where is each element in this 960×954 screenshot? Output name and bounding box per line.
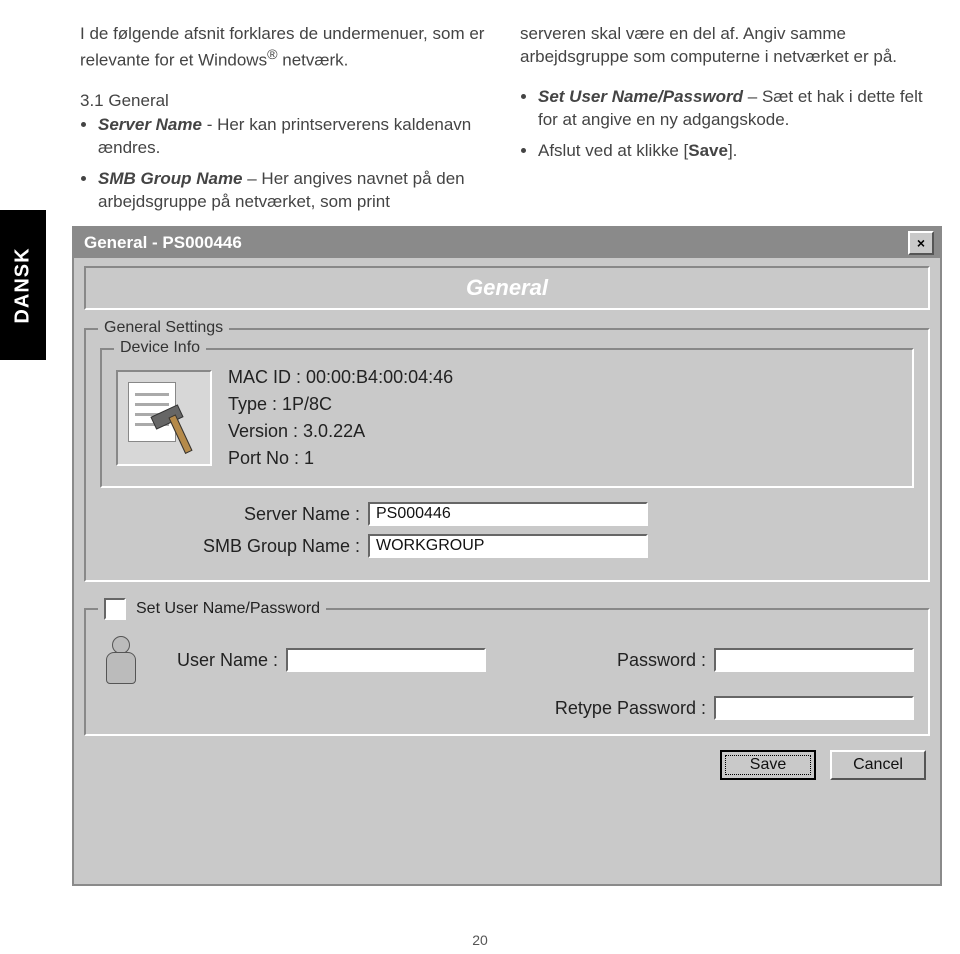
device-icon bbox=[116, 370, 212, 466]
language-tab: DANSK bbox=[0, 210, 46, 360]
right-column: serveren skal være en del af. Angiv samm… bbox=[520, 6, 930, 206]
left-column: I de følgende afsnit forklares de underm… bbox=[80, 6, 490, 206]
header-band-label: General bbox=[466, 275, 548, 301]
password-input[interactable] bbox=[714, 648, 914, 672]
dialog-title: General - PS000446 bbox=[84, 233, 242, 253]
device-info-text: MAC ID : 00:00:B4:00:04:46 Type : 1P/8C … bbox=[228, 364, 453, 472]
bullet-set-user: Set User Name/Password – Sæt et hak i de… bbox=[538, 86, 930, 132]
server-name-input[interactable]: PS000446 bbox=[368, 502, 648, 526]
retype-label: Retype Password : bbox=[555, 698, 706, 719]
set-user-label: Set User Name/Password bbox=[136, 600, 320, 618]
header-band: General bbox=[84, 266, 930, 310]
close-icon: × bbox=[917, 235, 925, 251]
user-password-row: User Name : Password : bbox=[100, 634, 914, 686]
titlebar[interactable]: General - PS000446 × bbox=[74, 228, 940, 258]
bullet-smb-group: SMB Group Name – Her angives navnet på d… bbox=[98, 168, 490, 214]
server-name-label: Server Name : bbox=[100, 504, 360, 525]
device-info-group: Device Info MAC ID : 00:00:B4:00:04:46 T… bbox=[100, 348, 914, 488]
hammer-icon bbox=[150, 406, 200, 456]
user-name-input[interactable] bbox=[286, 648, 486, 672]
password-label: Password : bbox=[617, 650, 706, 671]
section-heading: 3.1 General bbox=[80, 90, 490, 113]
type-value: Type : 1P/8C bbox=[228, 391, 453, 418]
button-bar: Save Cancel bbox=[74, 750, 926, 780]
smb-group-row: SMB Group Name : WORKGROUP bbox=[100, 534, 914, 558]
general-dialog: General - PS000446 × General General Set… bbox=[72, 226, 942, 886]
device-info-legend: Device Info bbox=[114, 339, 206, 357]
port-value: Port No : 1 bbox=[228, 445, 453, 472]
save-button[interactable]: Save bbox=[720, 750, 816, 780]
smb-group-label: SMB Group Name : bbox=[100, 536, 360, 557]
set-user-checkbox[interactable] bbox=[104, 598, 126, 620]
bullet-save: Afslut ved at klikke [Save]. bbox=[538, 140, 930, 163]
general-settings-legend: General Settings bbox=[98, 319, 229, 337]
body-text-columns: I de følgende afsnit forklares de underm… bbox=[80, 6, 930, 206]
server-name-row: Server Name : PS000446 bbox=[100, 502, 914, 526]
smb-group-input[interactable]: WORKGROUP bbox=[368, 534, 648, 558]
mac-id-value: MAC ID : 00:00:B4:00:04:46 bbox=[228, 364, 453, 391]
credentials-legend: Set User Name/Password bbox=[98, 598, 326, 620]
user-name-label: User Name : bbox=[148, 650, 278, 671]
language-tab-label: DANSK bbox=[12, 247, 35, 323]
bullet-server-name: Server Name - Her kan printserverens kal… bbox=[98, 114, 490, 160]
close-button[interactable]: × bbox=[908, 231, 934, 255]
page-number: 20 bbox=[0, 932, 960, 948]
retype-row: Retype Password : bbox=[100, 696, 914, 720]
retype-input[interactable] bbox=[714, 696, 914, 720]
credentials-group: Set User Name/Password User Name : Passw… bbox=[84, 608, 930, 736]
intro-paragraph: I de følgende afsnit forklares de underm… bbox=[80, 23, 490, 73]
continuation-paragraph: serveren skal være en del af. Angiv samm… bbox=[520, 23, 930, 69]
user-icon bbox=[100, 634, 140, 686]
version-value: Version : 3.0.22A bbox=[228, 418, 453, 445]
cancel-button[interactable]: Cancel bbox=[830, 750, 926, 780]
general-settings-group: General Settings Device Info MAC ID : 00… bbox=[84, 328, 930, 582]
